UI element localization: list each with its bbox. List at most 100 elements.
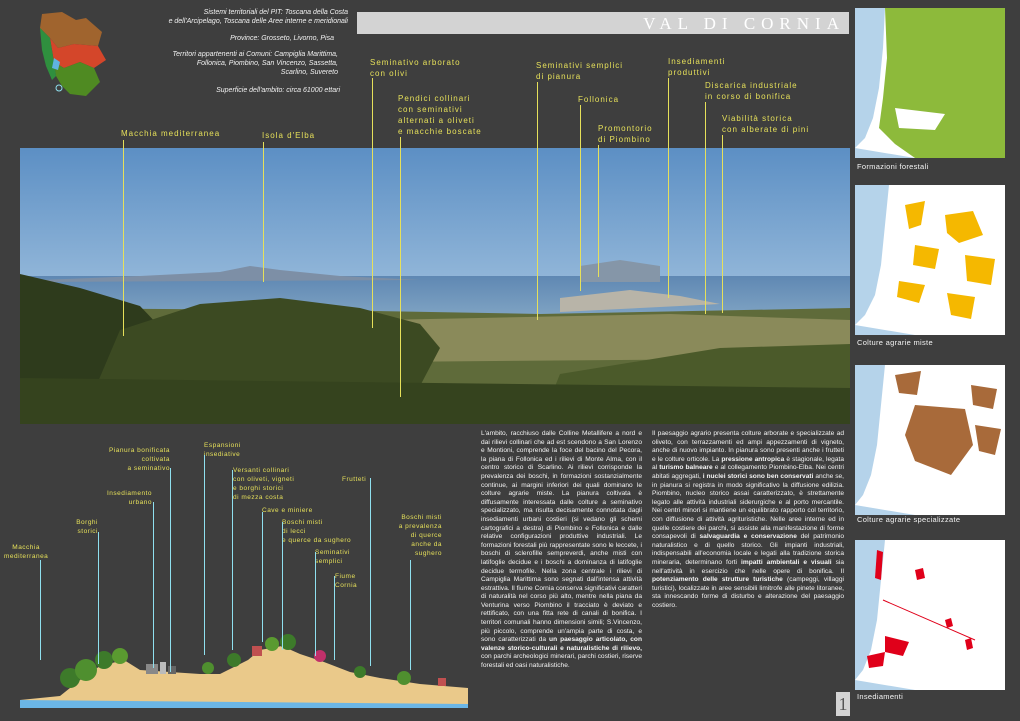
label-discarica-1: Discarica industriale (705, 81, 798, 90)
sec-leader-insediamento (153, 502, 154, 668)
sec-leader-macchia (40, 560, 41, 660)
map-colture-agrarie-specializzate (855, 365, 1005, 515)
sec-seminativi-1: Seminativi (315, 549, 350, 556)
label-discarica-2: in corso di bonifica (705, 92, 792, 101)
leader-pendici (400, 137, 401, 397)
label-seminativi-semplici-1: Seminativi semplici (536, 61, 624, 70)
municipalities-line2: Follonica, Piombino, San Vincenzo, Sasse… (196, 60, 338, 67)
label-pendici-2: con seminativi (398, 105, 463, 114)
label-pendici-3: alternati a oliveti (398, 116, 475, 125)
body-text-2b: pressione antropica (721, 455, 785, 463)
sec-seminativi-2: semplici (315, 558, 343, 565)
sec-versanti-1: Versanti collinari (233, 467, 290, 474)
caption-colture-agrarie-miste: Colture agrarie miste (857, 338, 933, 347)
caption-colture-agrarie-specializzate: Colture agrarie specializzate (857, 515, 961, 524)
municipalities-line3: Scarlino, Suvereto (280, 69, 338, 76)
page-title: VAL DI CORNIA (643, 14, 845, 33)
body-text-2l: potenziamento delle strutture turistiche (652, 576, 783, 584)
sec-boschi-prev-2: a prevalenza (398, 523, 442, 530)
body-text-2d: turismo balneare (659, 464, 713, 472)
body-text-2j: impatti ambientali e visuali (741, 558, 832, 566)
sec-leader-versanti (232, 470, 233, 650)
sec-fiume-2: Cornia (335, 582, 358, 589)
leader-viabilita (722, 135, 723, 313)
label-seminativo-arborato-2: con olivi (370, 69, 408, 78)
sec-pianura-2: coltivata (141, 456, 170, 463)
tuscany-locator-map (40, 12, 106, 96)
sec-borghi-1: Borghi (76, 519, 98, 526)
body-text-column-2: Il paesaggio agrario presenta colture ar… (652, 430, 844, 610)
sec-boschi-misti-1: Boschi misti (282, 519, 323, 526)
body-text-2f: i nuclei storici sono ben conservati (702, 472, 814, 480)
panorama-photo (20, 148, 850, 424)
sec-versanti-2: con oliveti, vigneti (233, 476, 295, 483)
sec-leader-fiume (334, 576, 335, 660)
map-insediamenti (855, 540, 1005, 690)
sec-boschi-misti-3: e querce da sughero (282, 537, 352, 544)
label-insediamenti-1: Insediamenti (668, 57, 726, 66)
label-pendici-1: Pendici collinari (398, 94, 471, 103)
sec-leader-espansioni (204, 455, 205, 655)
body-text-1: L'ambito, racchiuso dalle Colline Metall… (481, 430, 642, 644)
label-seminativo-arborato-1: Seminativo arborato (370, 58, 461, 67)
sec-frutteti: Frutteti (342, 476, 367, 483)
caption-insediamenti: Insediamenti (857, 692, 904, 701)
sec-boschi-prev-3: di querce (410, 532, 442, 539)
provinces-text: Province: Grosseto, Livorno, Pisa (230, 35, 334, 42)
label-promontorio-1: Promontorio (598, 124, 653, 133)
sec-leader-frutteti (370, 478, 371, 666)
body-text-1-end: con parchi archeologici minerari, parchi… (481, 653, 642, 670)
body-text-2h: salvaguardia e conservazione (699, 533, 797, 541)
leader-macchia (123, 140, 124, 336)
leader-seminativo-arborato (372, 78, 373, 328)
sec-boschi-prev-5: sughero (415, 550, 442, 557)
sec-borghi-2: storici (77, 528, 98, 535)
title-bar: VAL DI CORNIA (357, 12, 849, 34)
map-formazioni-forestali (855, 8, 1005, 158)
sec-pianura-1: Pianura bonificata (108, 447, 170, 454)
municipalities-line1: Territori appartenenti ai Comuni: Campig… (172, 51, 338, 58)
sec-leader-boschi-prev (410, 560, 411, 670)
body-text-column-1: L'ambito, racchiuso dalle Colline Metall… (481, 430, 642, 671)
label-pendici-4: e macchie boscate (398, 127, 482, 136)
caption-formazioni-forestali: Formazioni forestali (857, 162, 929, 171)
sec-leader-cave (262, 512, 263, 642)
sec-macchia-2: mediterranea (4, 553, 49, 560)
label-isola-elba: Isola d'Elba (262, 131, 316, 140)
sec-espansioni-2: insediative (204, 451, 241, 458)
label-seminativi-semplici-2: di pianura (536, 72, 582, 81)
leader-isola (263, 142, 264, 282)
label-follonica: Follonica (578, 95, 620, 104)
page-number: 1 (836, 692, 850, 716)
sec-versanti-3: e borghi storici (233, 485, 284, 492)
label-promontorio-2: di Piombino (598, 135, 651, 144)
body-text-2g: anche se, in pianura si registra in modo… (652, 472, 844, 541)
sec-fiume-1: Fiume (335, 573, 356, 580)
leader-promontorio (598, 145, 599, 277)
header-system-line2: e dell'Arcipelago, Toscana delle Aree in… (168, 18, 348, 25)
sec-leader-pianura (170, 468, 171, 672)
label-insediamenti-2: produttivi (668, 68, 711, 77)
label-viabilita-1: Viabilità storica (722, 114, 793, 123)
sec-espansioni-1: Espansioni (204, 442, 241, 449)
sec-pianura-3: a seminativo (127, 465, 170, 472)
label-viabilita-2: con alberate di pini (722, 125, 810, 134)
sec-versanti-4: di mezza costa (233, 494, 284, 501)
sec-boschi-prev-4: anche da (411, 541, 442, 548)
sec-cave: Cave e miniere (262, 507, 313, 514)
sec-leader-borghi (98, 532, 99, 664)
leader-insediamenti (668, 78, 669, 298)
header-system-line1: Sistemi territoriali del PIT: Toscana de… (203, 9, 348, 16)
sec-boschi-prev-1: Boschi misti (401, 514, 442, 521)
sec-leader-seminativi (315, 552, 316, 656)
leader-discarica (705, 102, 706, 314)
label-macchia-mediterranea: Macchia mediterranea (121, 129, 221, 138)
sec-leader-boschi-misti (282, 522, 283, 650)
sec-insediamento-1: Insediamento (106, 490, 152, 497)
map-colture-agrarie-miste (855, 185, 1005, 335)
sec-insediamento-2: urbano (128, 499, 152, 506)
sec-macchia-1: Macchia (12, 544, 40, 551)
area-text: Superficie dell'ambito: circa 61000 etta… (216, 87, 340, 94)
leader-follonica (580, 105, 581, 291)
leader-seminativi-semplici (537, 82, 538, 320)
